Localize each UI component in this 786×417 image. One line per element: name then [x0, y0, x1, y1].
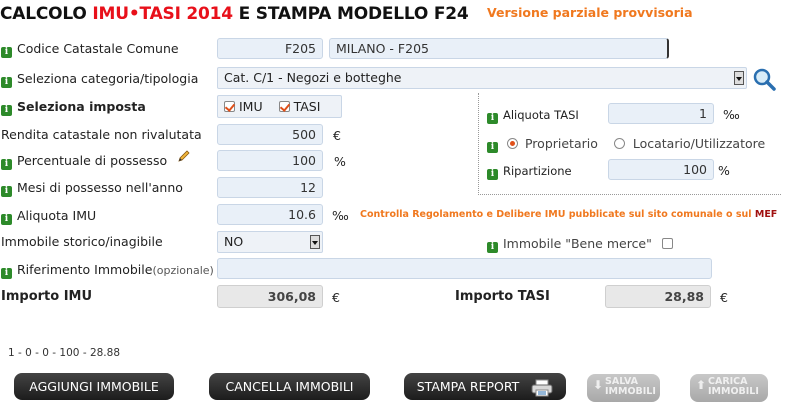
imposta-label: Seleziona imposta: [17, 99, 146, 114]
percentuale-label: Percentuale di possesso: [17, 153, 168, 168]
load-immobili-button[interactable]: ⬆ CARICA IMMOBILI: [690, 374, 768, 402]
aliquota-imu-unit: ‰: [332, 208, 349, 223]
locatario-label: Locatario/Utilizzatore: [632, 136, 766, 151]
codice-row-label: i Codice Catastale Comune: [1, 41, 179, 58]
note-text: Controlla Regolamento e Delibere IMU pub…: [360, 209, 755, 220]
upload-arrow-icon: ⬆: [696, 378, 707, 392]
categoria-selected-value: Cat. C/1 - Negozi e botteghe: [224, 70, 402, 85]
proprietario-label: Proprietario: [524, 136, 598, 151]
categoria-row-label: i Seleziona categoria/tipologia: [1, 71, 198, 88]
importo-imu-output: 306,08: [217, 285, 323, 308]
info-icon[interactable]: i: [1, 186, 12, 197]
locatario-radio[interactable]: [613, 138, 625, 149]
aliquota-imu-label: Aliquota IMU: [17, 208, 97, 223]
tasi-checkbox-label: TASI: [293, 99, 321, 114]
info-icon[interactable]: i: [487, 169, 498, 180]
info-icon[interactable]: i: [487, 242, 498, 253]
codice-label: Codice Catastale Comune: [17, 41, 179, 56]
magnifier-icon[interactable]: [752, 67, 776, 91]
ripartizione-row-label: i Ripartizione: [487, 164, 572, 180]
comune-name-field[interactable]: MILANO - F205: [329, 38, 669, 59]
riferimento-optional-hint: (opzionale): [152, 264, 214, 277]
bene-merce-label: Immobile "Bene merce": [503, 236, 652, 251]
percentuale-input[interactable]: 100: [217, 150, 323, 171]
importo-imu-unit: €: [332, 290, 340, 305]
aliquota-tasi-input[interactable]: 1: [608, 103, 714, 124]
print-button-label: STAMPA REPORT: [416, 379, 520, 394]
ruolo-radio-group: i Proprietario Locatario/Utilizzatore: [487, 136, 765, 153]
add-immobile-button[interactable]: AGGIUNGI IMMOBILE: [14, 373, 174, 400]
clear-button-label: CANCELLA IMMOBILI: [225, 379, 354, 394]
title-highlight: IMU•TASI 2014: [92, 4, 233, 24]
clear-immobili-button[interactable]: CANCELLA IMMOBILI: [209, 373, 370, 400]
proprietario-radio[interactable]: [506, 138, 518, 149]
mesi-input[interactable]: 12: [217, 177, 323, 198]
codice-catastale-input[interactable]: F205: [217, 38, 323, 59]
ripartizione-input[interactable]: 100: [608, 159, 714, 180]
riferimento-input[interactable]: [217, 258, 712, 279]
bene-merce-checkbox[interactable]: [661, 238, 673, 249]
storico-select[interactable]: NO: [217, 231, 323, 253]
tasi-checkbox[interactable]: [278, 101, 290, 112]
print-report-button[interactable]: STAMPA REPORT: [404, 373, 566, 400]
rendita-input[interactable]: 500: [217, 124, 323, 145]
dropdown-arrow-icon[interactable]: [734, 71, 744, 85]
importo-tasi-unit: €: [720, 290, 728, 305]
bene-merce-row: i Immobile "Bene merce": [487, 236, 677, 253]
importo-imu-label: Importo IMU: [1, 289, 93, 304]
imposta-checkbox-group: IMU TASI: [217, 95, 342, 118]
imposta-row-label: i Seleziona imposta: [1, 99, 146, 116]
mef-link[interactable]: MEF: [755, 209, 777, 220]
add-button-label: AGGIUNGI IMMOBILE: [29, 379, 159, 394]
riferimento-label: Riferimento Immobile: [17, 262, 153, 277]
info-icon[interactable]: i: [1, 105, 12, 116]
dropdown-arrow-icon[interactable]: [310, 235, 320, 249]
rendita-label: Rendita catastale non rivalutata: [1, 127, 202, 142]
imu-checkbox[interactable]: [224, 101, 235, 112]
aliquota-tasi-unit: ‰: [723, 107, 740, 122]
ripartizione-unit: %: [718, 163, 730, 178]
aliquota-tasi-label: Aliquota TASI: [503, 108, 579, 122]
info-icon[interactable]: i: [487, 113, 498, 124]
save-immobili-button[interactable]: ⬇ SALVA IMMOBILI: [587, 374, 660, 402]
info-icon[interactable]: i: [1, 77, 12, 88]
percentuale-row-label: i Percentuale di possesso: [1, 153, 167, 170]
save-button-line2: IMMOBILI: [605, 386, 656, 397]
title-suffix: E STAMPA MODELLO F24: [232, 4, 469, 24]
categoria-label: Seleziona categoria/tipologia: [17, 71, 199, 86]
page-title: CALCOLO IMU•TASI 2014 E STAMPA MODELLO F…: [0, 4, 469, 24]
mesi-row-label: i Mesi di possesso nell'anno: [1, 180, 183, 197]
importo-tasi-label: Importo TASI: [455, 289, 550, 304]
mesi-label: Mesi di possesso nell'anno: [17, 180, 183, 195]
title-prefix: CALCOLO: [0, 4, 93, 24]
info-icon[interactable]: i: [1, 159, 12, 170]
printer-icon: [531, 379, 553, 396]
rendita-unit: €: [333, 128, 341, 143]
download-arrow-icon: ⬇: [593, 378, 604, 392]
status-summary: 1 - 0 - 0 - 100 - 28.88: [8, 347, 120, 359]
info-icon[interactable]: i: [487, 142, 498, 153]
aliquota-tasi-row-label: i Aliquota TASI: [487, 108, 579, 124]
importo-tasi-output: 28,88: [605, 285, 711, 308]
info-icon[interactable]: i: [1, 47, 12, 58]
riferimento-row-label: i Riferimento Immobile(opzionale): [1, 262, 214, 279]
regolamento-note: Controlla Regolamento e Delibere IMU pub…: [360, 209, 777, 220]
pencil-icon[interactable]: [177, 150, 190, 163]
storico-selected-value: NO: [224, 234, 244, 249]
imu-checkbox-label: IMU: [239, 99, 263, 114]
aliquota-imu-row-label: i Aliquota IMU: [1, 208, 96, 225]
load-button-line2: IMMOBILI: [708, 386, 759, 397]
version-note: Versione parziale provvisoria: [487, 5, 693, 20]
info-icon[interactable]: i: [1, 268, 12, 279]
categoria-select[interactable]: Cat. C/1 - Negozi e botteghe: [217, 67, 747, 89]
aliquota-imu-input[interactable]: 10.6: [217, 204, 323, 225]
ripartizione-label: Ripartizione: [503, 164, 572, 178]
percentuale-unit: %: [334, 154, 346, 169]
storico-label: Immobile storico/inagibile: [1, 234, 163, 249]
info-icon[interactable]: i: [1, 214, 12, 225]
